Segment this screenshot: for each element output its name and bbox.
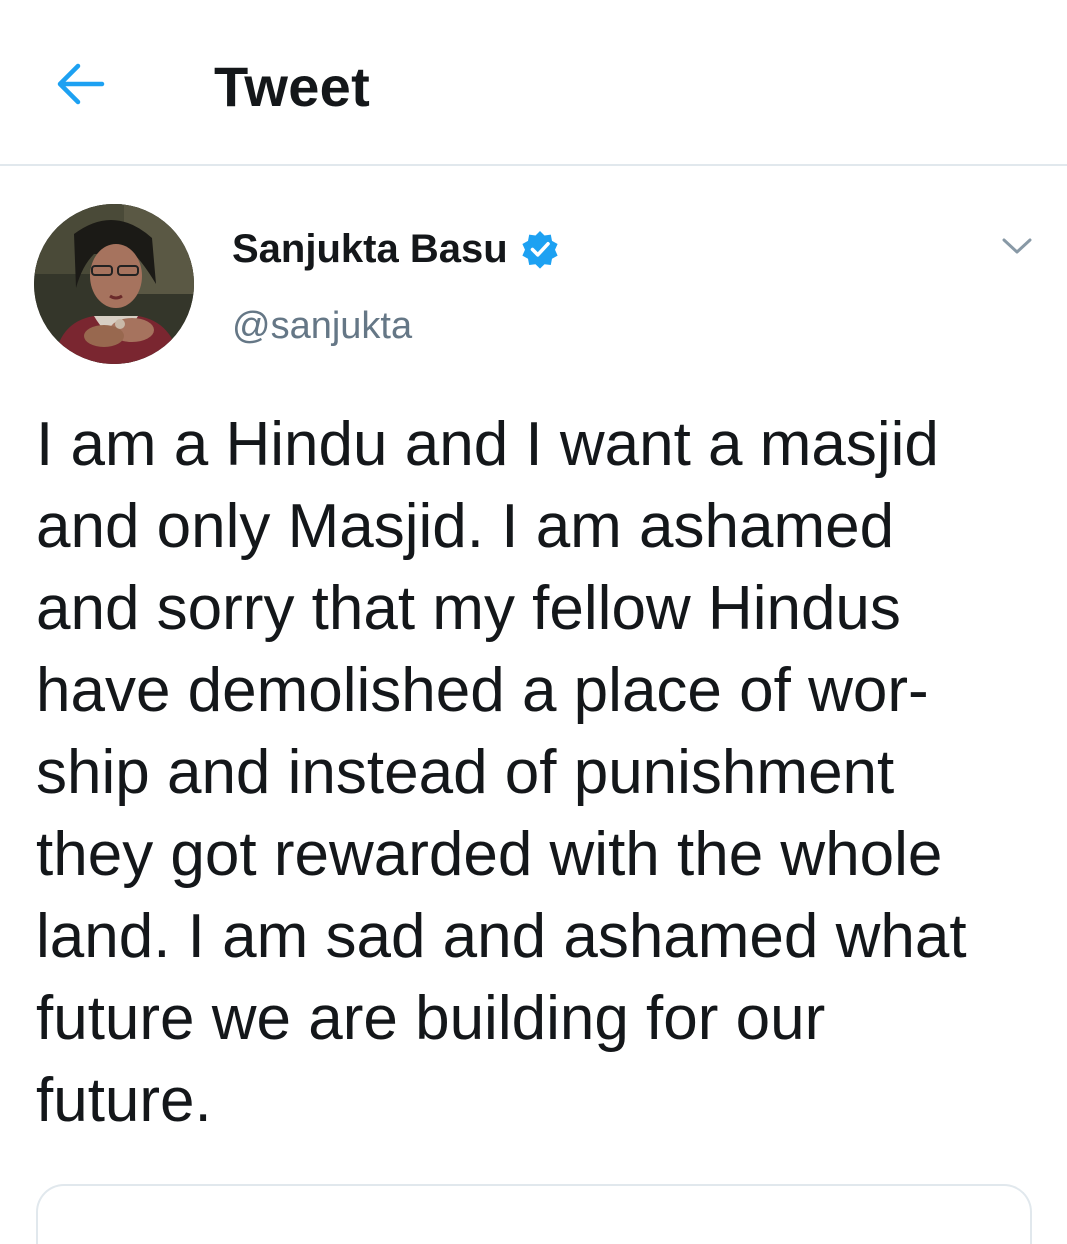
- tweet-text-line: have demolished a place of wor-: [36, 656, 929, 725]
- display-name[interactable]: Sanjukta Basu: [232, 224, 508, 274]
- user-handle[interactable]: @sanjukta: [232, 302, 412, 350]
- tweet-text-line: land. I am sad and ashamed what: [36, 902, 967, 971]
- avatar[interactable]: [34, 204, 194, 364]
- tweet-text-line: and only Masjid. I am ashamed: [36, 492, 895, 561]
- tweet-text-line: ship and instead of punishment: [36, 738, 895, 807]
- tweet-text-line: and sorry that my fellow Hindus: [36, 574, 901, 643]
- tweet: Sanjukta Basu @sanjukta I am a Hindu and…: [0, 166, 1067, 1244]
- embedded-card-edge[interactable]: [36, 1184, 1032, 1244]
- tweet-text-line: future we are building for our: [36, 984, 826, 1053]
- author-name-row[interactable]: Sanjukta Basu: [232, 224, 560, 274]
- tweet-text-line: I am a Hindu and I want a masjid: [36, 410, 939, 479]
- chevron-down-icon: [1002, 238, 1032, 254]
- back-button[interactable]: [50, 56, 110, 112]
- tweet-text: I am a Hindu and I want a masjid and onl…: [36, 404, 1026, 1142]
- arrow-left-icon: [57, 63, 105, 105]
- tweet-text-line: they got rewarded with the whole: [36, 820, 943, 889]
- tweet-text-line: future.: [36, 1066, 212, 1135]
- verified-badge-icon: [522, 231, 558, 269]
- page-title: Tweet: [214, 55, 371, 118]
- top-bar: Tweet: [0, 0, 1067, 166]
- tweet-menu-button[interactable]: [994, 226, 1040, 266]
